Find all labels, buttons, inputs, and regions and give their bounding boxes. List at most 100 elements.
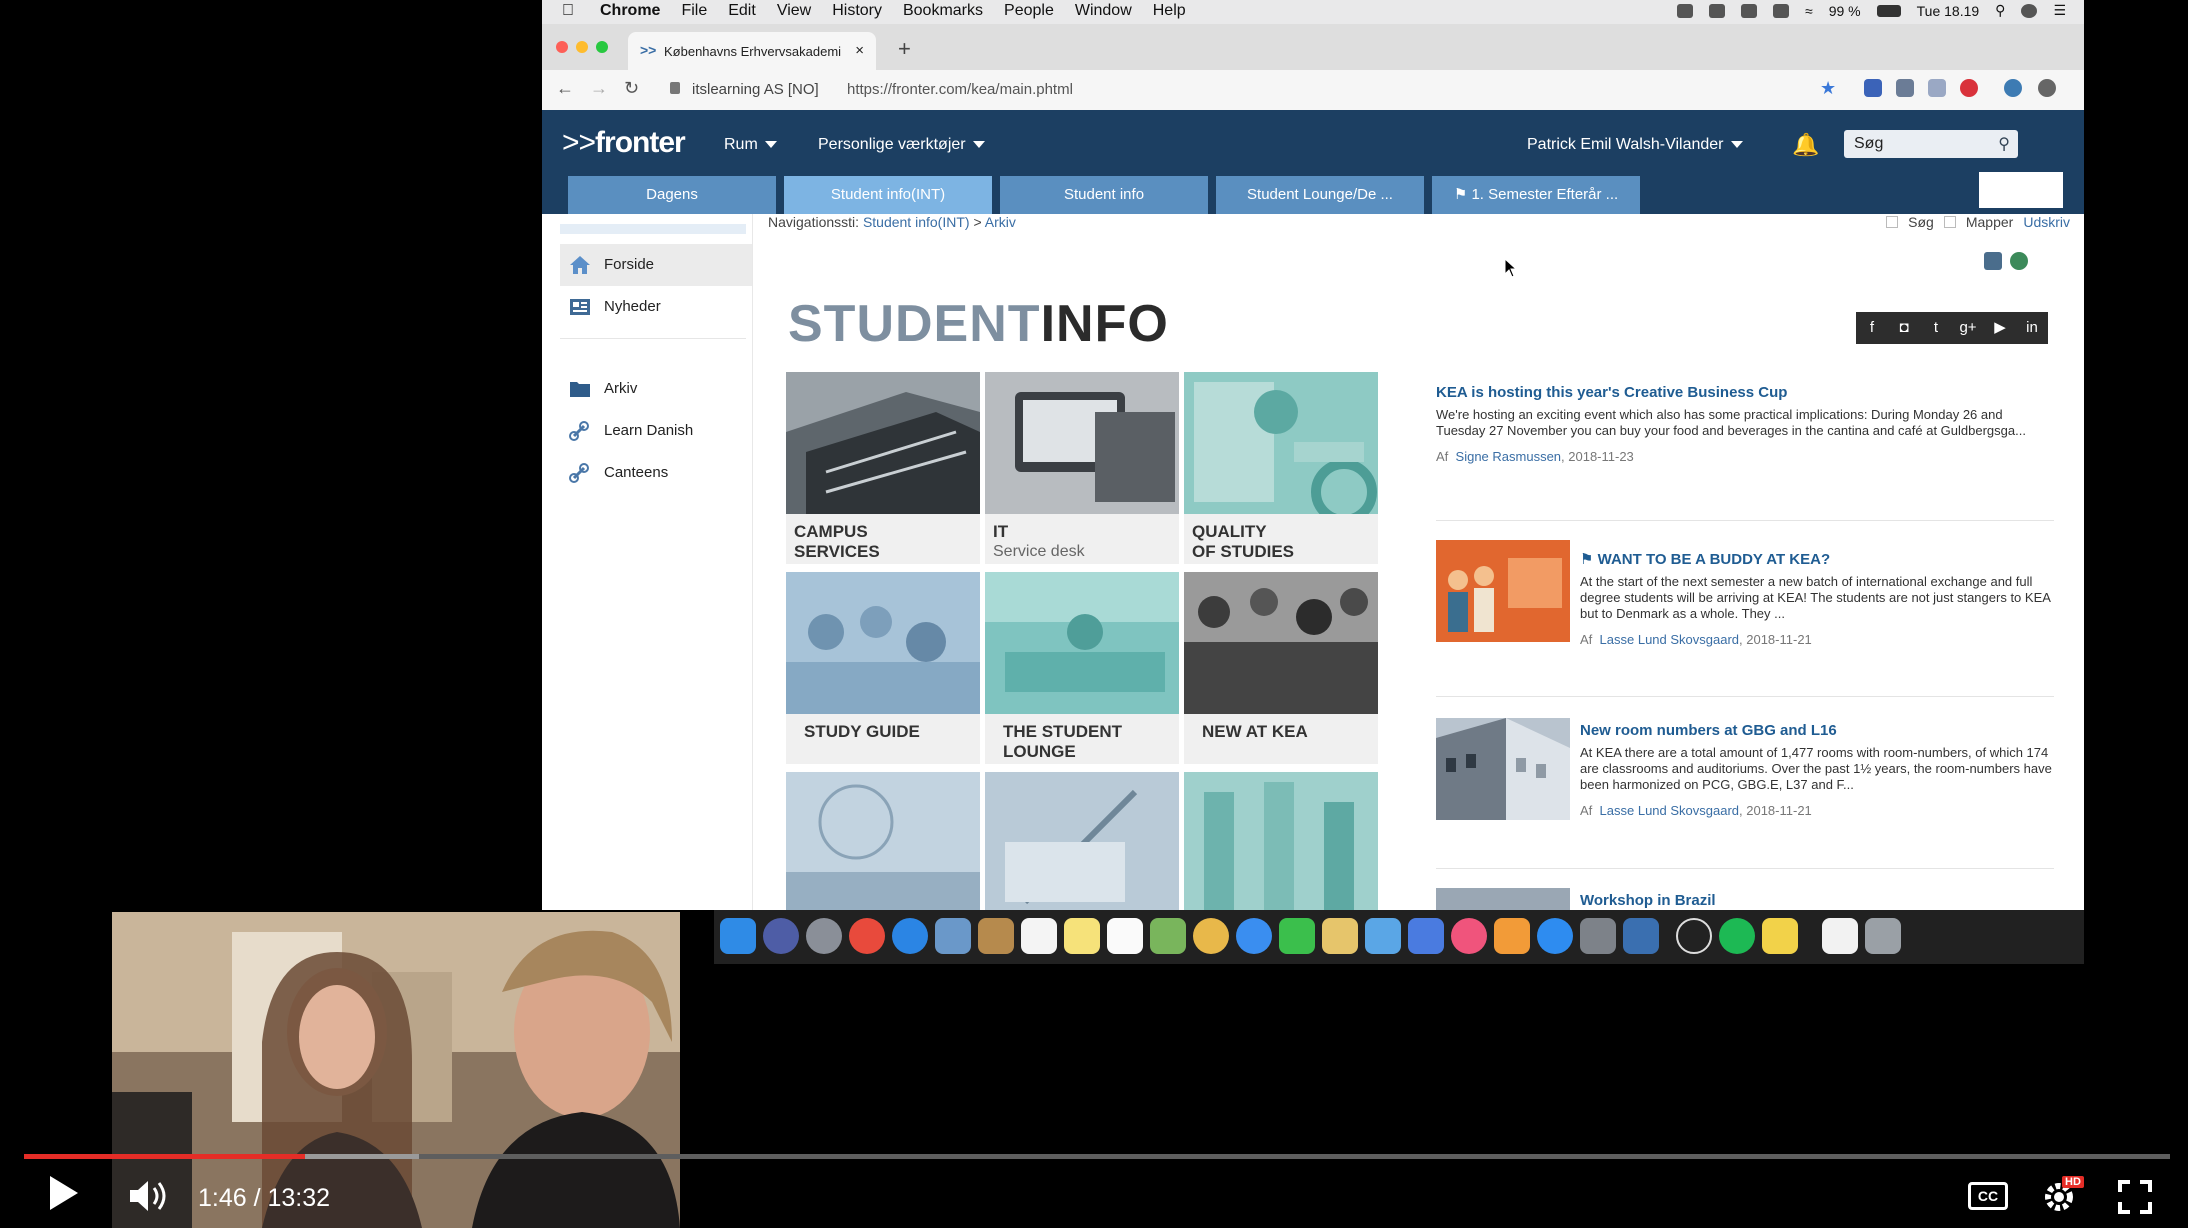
close-tab-icon[interactable]: × <box>855 42 864 59</box>
tile-campus-services[interactable]: CAMPUS SERVICES <box>786 372 980 564</box>
news-title-link[interactable]: ⚑ WANT TO BE A BUDDY AT KEA? <box>1580 550 2054 568</box>
folders-toggle-checkbox[interactable] <box>1943 216 1956 228</box>
finder-icon[interactable] <box>720 918 756 954</box>
volume-icon[interactable] <box>128 1178 172 1214</box>
keynote-icon[interactable] <box>1408 918 1444 954</box>
close-window-button[interactable] <box>556 41 568 53</box>
status-icon[interactable] <box>1709 3 1726 18</box>
reminders-icon[interactable] <box>1107 918 1143 954</box>
tab-student-info[interactable]: Student info <box>1000 176 1208 214</box>
site-identity[interactable]: itslearning AS [NO] <box>692 81 819 98</box>
reload-icon[interactable]: ↻ <box>624 78 639 99</box>
print-link[interactable]: Udskriv <box>2023 214 2070 230</box>
user-menu[interactable]: Patrick Emil Walsh-Vilander <box>1527 136 1743 154</box>
notes-icon[interactable] <box>1064 918 1100 954</box>
chrome-icon[interactable] <box>849 918 885 954</box>
messages-icon[interactable] <box>1236 918 1272 954</box>
extension-icon[interactable] <box>1864 79 1882 97</box>
minimize-window-button[interactable] <box>576 41 588 53</box>
news-title-link[interactable]: KEA is hosting this year's Creative Busi… <box>1436 384 2054 401</box>
news-title-link[interactable]: New room numbers at GBG and L16 <box>1580 722 2054 739</box>
menu-file[interactable]: File <box>681 2 707 20</box>
fronter-logo[interactable]: >>fronter <box>562 126 686 160</box>
twitter-icon[interactable]: t <box>1920 312 1952 344</box>
tile-new-at-kea[interactable]: NEW AT KEA <box>1184 572 1378 764</box>
clock[interactable]: Tue 18.19 <box>1917 3 1980 19</box>
sidebar-item-forside[interactable]: Forside <box>560 244 752 286</box>
maps-icon[interactable] <box>1150 918 1186 954</box>
news-author-link[interactable]: Signe Rasmussen <box>1456 449 1562 464</box>
url-field[interactable]: https://fronter.com/kea/main.phtml <box>847 81 1073 98</box>
linkedin-icon[interactable]: in <box>2016 312 2048 344</box>
sidebar-collapse-bar[interactable] <box>560 224 746 234</box>
profile-avatar[interactable] <box>2004 79 2022 97</box>
tile-student-lounge[interactable]: THE STUDENT LOUNGE <box>985 572 1179 764</box>
calendar-icon[interactable] <box>1021 918 1057 954</box>
search-toggle-checkbox[interactable] <box>1886 216 1899 228</box>
expand-icon[interactable] <box>1984 252 2002 270</box>
tile-london[interactable] <box>786 772 980 910</box>
menu-people[interactable]: People <box>1004 2 1054 20</box>
back-icon[interactable]: ← <box>556 78 574 99</box>
trash-icon[interactable] <box>1865 918 1901 954</box>
tab-dagens[interactable]: Dagens <box>568 176 776 214</box>
zoom-window-button[interactable] <box>596 41 608 53</box>
search-toggle-label[interactable]: Søg <box>1908 214 1934 230</box>
spotlight-icon[interactable]: ⚲ <box>1995 2 2005 19</box>
itunes-icon[interactable] <box>1451 918 1487 954</box>
cloud-icon[interactable] <box>1741 3 1758 18</box>
tile-library[interactable] <box>1184 772 1378 910</box>
breadcrumb-link-arkiv[interactable]: Arkiv <box>985 214 1016 230</box>
app-icon[interactable] <box>1623 918 1659 954</box>
extension-icon[interactable] <box>1960 79 1978 97</box>
airplay-icon[interactable] <box>1773 3 1790 18</box>
forward-icon[interactable]: → <box>590 78 608 99</box>
favorite-icon[interactable] <box>2010 252 2028 270</box>
tile-quality-of-studies[interactable]: QUALITY OF STUDIES <box>1184 372 1378 564</box>
menu-chrome[interactable]: Chrome <box>600 2 660 20</box>
menu-history[interactable]: History <box>832 2 882 20</box>
numbers-icon[interactable] <box>1365 918 1401 954</box>
sidebar-item-canteens[interactable]: Canteens <box>560 452 752 494</box>
captions-button[interactable]: CC <box>1968 1182 2008 1210</box>
breadcrumb-link-student-info-int[interactable]: Student info(INT) <box>863 214 970 230</box>
preview-icon[interactable] <box>935 918 971 954</box>
facetime-icon[interactable] <box>1279 918 1315 954</box>
wifi-icon[interactable]: ≈ <box>1805 3 1813 19</box>
stickies-icon[interactable] <box>1762 918 1798 954</box>
extension-icon[interactable] <box>1928 79 1946 97</box>
tile-it-service-desk[interactable]: IT Service desk <box>985 372 1179 564</box>
fullscreen-icon[interactable] <box>2118 1180 2152 1214</box>
menu-window[interactable]: Window <box>1075 2 1132 20</box>
notification-center-icon[interactable]: ☰ <box>2053 2 2066 19</box>
pages-icon[interactable] <box>1322 918 1358 954</box>
photos-icon[interactable] <box>1193 918 1229 954</box>
books-icon[interactable] <box>1494 918 1530 954</box>
spotify-icon[interactable] <box>1719 918 1755 954</box>
battery-icon[interactable] <box>1876 4 1901 17</box>
instagram-icon[interactable]: ◘ <box>1888 312 1920 344</box>
rum-menu[interactable]: Rum <box>724 136 777 154</box>
sidebar-item-arkiv[interactable]: Arkiv <box>560 368 752 410</box>
document-icon[interactable] <box>1822 918 1858 954</box>
facebook-icon[interactable]: f <box>1856 312 1888 344</box>
browser-tab[interactable]: >> Københavns Erhvervsakademi × <box>628 32 876 70</box>
menu-edit[interactable]: Edit <box>728 2 756 20</box>
tile-writing[interactable] <box>985 772 1179 910</box>
search-icon[interactable]: ⚲ <box>1998 134 2010 154</box>
tab-student-lounge[interactable]: Student Lounge/De ... <box>1216 176 1424 214</box>
menu-view[interactable]: View <box>777 2 811 20</box>
lock-icon[interactable] <box>670 82 680 94</box>
menu-icon[interactable] <box>2038 79 2056 97</box>
personal-tools-menu[interactable]: Personlige værktøjer <box>818 136 985 154</box>
folders-toggle-label[interactable]: Mapper <box>1966 214 2013 230</box>
sidebar-item-learn-danish[interactable]: Learn Danish <box>560 410 752 452</box>
news-author-link[interactable]: Lasse Lund Skovsgaard <box>1600 803 1739 818</box>
apple-icon[interactable]:  <box>562 2 574 20</box>
tab-semester[interactable]: ⚑ 1. Semester Efterår ... <box>1432 176 1640 214</box>
notifications-bell-icon[interactable]: 🔔 <box>1792 132 1819 158</box>
app-store-icon[interactable] <box>1537 918 1573 954</box>
news-author-link[interactable]: Lasse Lund Skovsgaard <box>1600 632 1739 647</box>
bookmark-star-icon[interactable]: ★ <box>1820 78 1836 99</box>
launchpad-icon[interactable] <box>806 918 842 954</box>
